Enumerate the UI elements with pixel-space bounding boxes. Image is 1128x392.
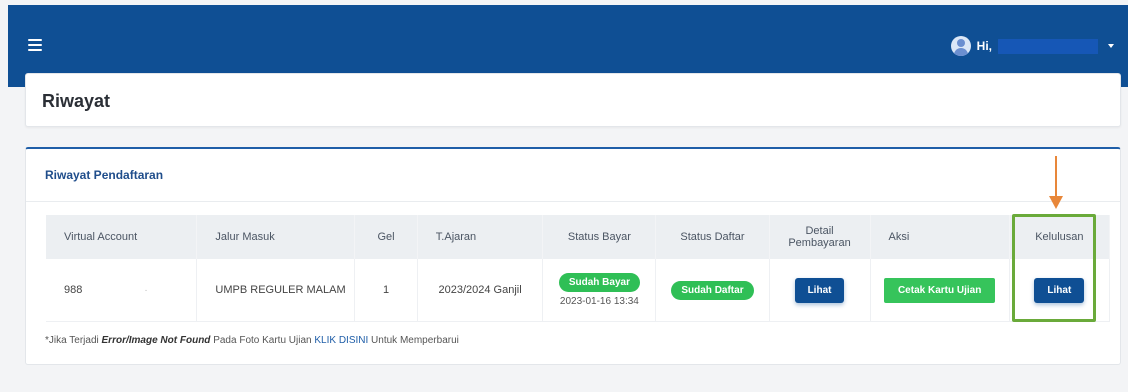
greeting-text: Hi, [976, 39, 992, 53]
kelulusan-highlight-box [1012, 214, 1096, 322]
detail-lihat-button[interactable]: Lihat [794, 277, 845, 303]
footnote-middle: Pada Foto Kartu Ujian [210, 335, 315, 346]
header-aksi: Aksi [870, 215, 1010, 259]
header-virtual-account: Virtual Account [46, 215, 198, 259]
cetak-kartu-ujian-button[interactable]: Cetak Kartu Ujian [883, 277, 996, 303]
redacted-digits: · [144, 285, 148, 296]
page-header-card: Riwayat [25, 73, 1121, 127]
cell-status-daftar: Sudah Daftar [655, 259, 770, 322]
header-status-daftar: Status Daftar [655, 215, 770, 259]
registration-table: Virtual Account Jalur Masuk Gel T.Ajaran… [46, 215, 1111, 322]
status-daftar-badge: Sudah Daftar [671, 280, 754, 300]
footnote-suffix: Untuk Memperbarui [368, 335, 459, 346]
registration-history-card: Riwayat Pendaftaran Virtual Account Jalu… [25, 147, 1121, 365]
table-row: 988 · UMPB REGULER MALAM 1 2023/2024 Ganj… [46, 259, 1111, 322]
header-gel: Gel [354, 215, 418, 259]
redacted-username [998, 38, 1098, 54]
cell-aksi: Cetak Kartu Ujian [870, 259, 1010, 322]
virtual-account-value: 988 [64, 284, 83, 296]
caret-down-icon[interactable] [1108, 44, 1114, 48]
footnote-emphasis: Error/Image Not Found [101, 335, 211, 346]
status-bayar-badge: Sudah Bayar [558, 273, 640, 292]
status-bayar-timestamp: 2023-01-16 13:34 [559, 296, 639, 307]
header-jalur-masuk: Jalur Masuk [196, 215, 356, 259]
page-title: Riwayat [42, 91, 111, 111]
footnote-prefix: *Jika Terjadi [45, 335, 102, 346]
hamburger-icon[interactable] [28, 39, 42, 51]
user-menu[interactable]: Hi, [950, 35, 1114, 57]
cell-detail-pembayaran: Lihat [769, 259, 871, 322]
footnote: *Jika Terjadi Error/Image Not Found Pada… [45, 335, 459, 346]
cell-virtual-account: 988 · [46, 259, 198, 322]
user-avatar-icon [950, 36, 971, 56]
cell-status-bayar: Sudah Bayar 2023-01-16 13:34 [542, 259, 657, 322]
cell-tajaran: 2023/2024 Ganjil [417, 259, 544, 322]
card-divider [26, 201, 1120, 202]
annotation-arrow-icon [1049, 156, 1063, 209]
klik-disini-link[interactable]: KLIK DISINI [314, 335, 368, 346]
header-tajaran: T.Ajaran [417, 215, 544, 259]
header-status-bayar: Status Bayar [542, 215, 657, 259]
cell-gel: 1 [354, 259, 418, 322]
card-title: Riwayat Pendaftaran [45, 168, 164, 182]
header-detail-pembayaran: Detail Pembayaran [769, 215, 871, 259]
cell-jalur-masuk: UMPB REGULER MALAM [196, 259, 356, 322]
